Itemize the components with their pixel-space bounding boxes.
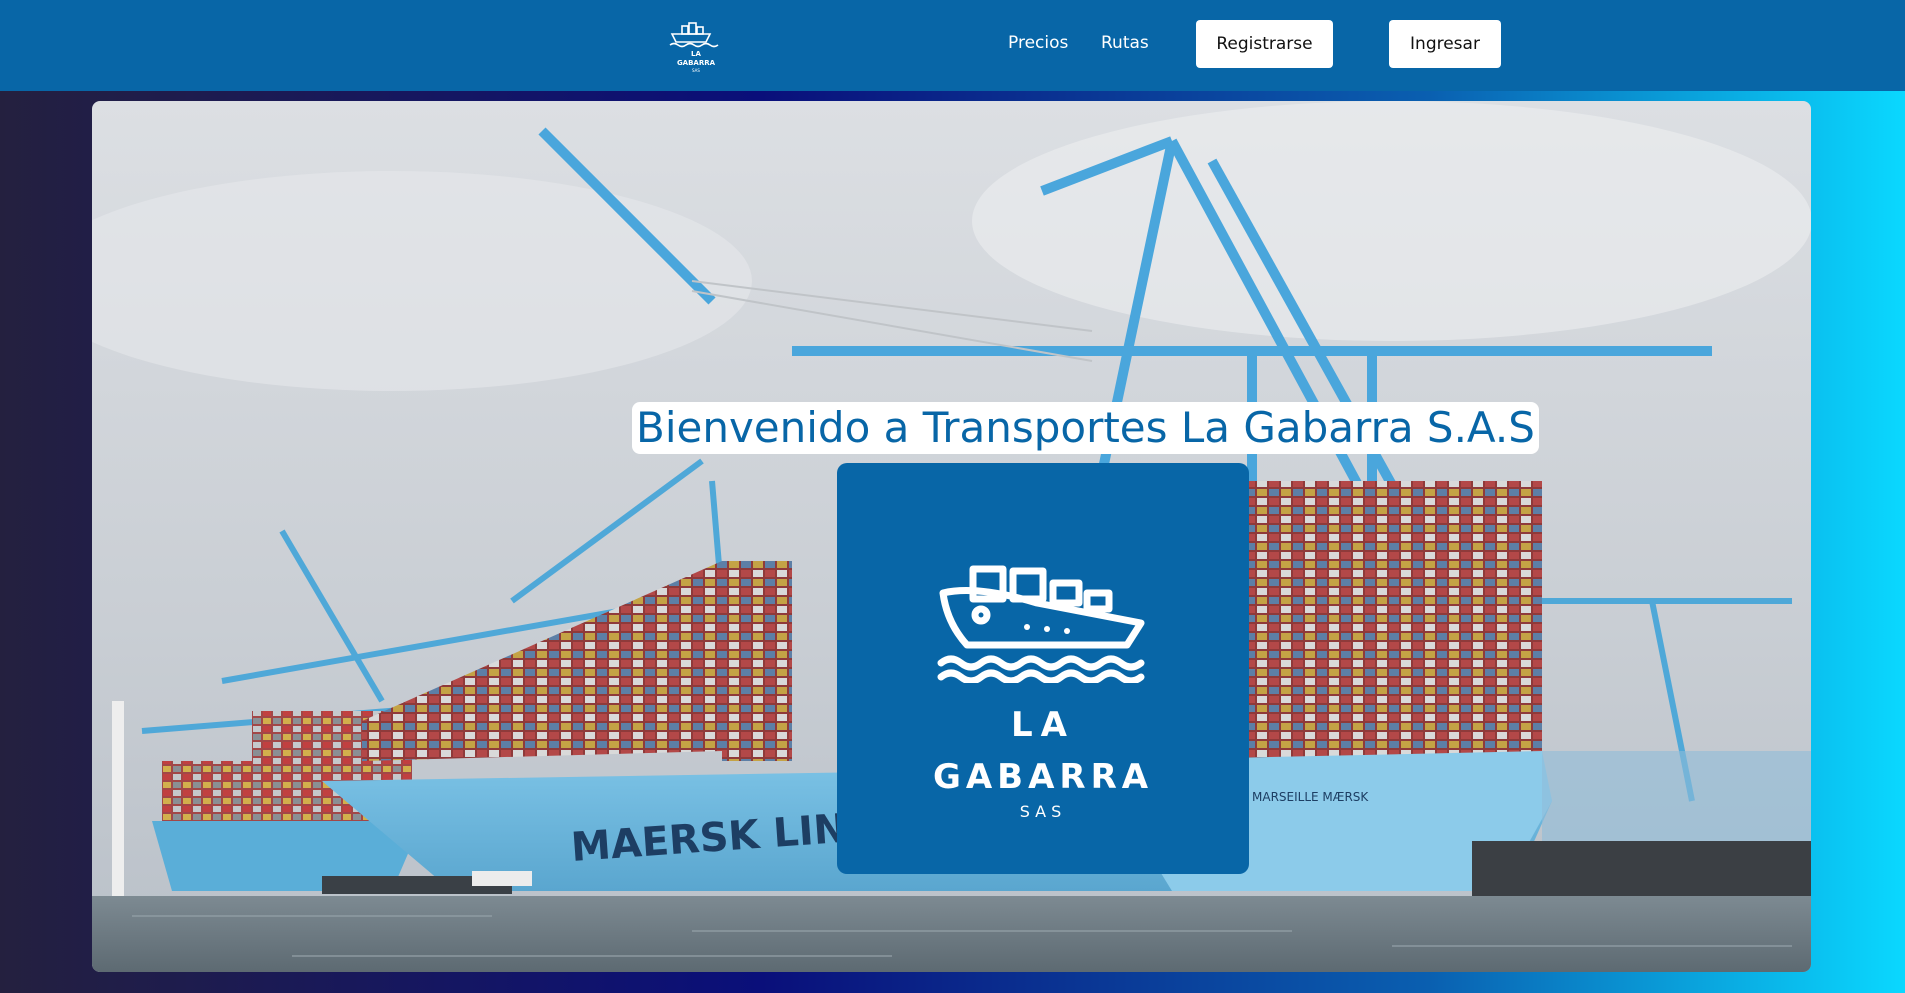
welcome-heading: Bienvenido a Transportes La Gabarra S.A.… bbox=[632, 402, 1539, 454]
register-button[interactable]: Registrarse bbox=[1196, 20, 1333, 68]
nav-link-precios[interactable]: Precios bbox=[1008, 33, 1068, 53]
top-navbar: LA GABARRA SAS Precios Rutas Registrarse… bbox=[0, 0, 1905, 91]
hero-logo-card: LA GABARRA SAS bbox=[837, 463, 1249, 874]
login-button[interactable]: Ingresar bbox=[1389, 20, 1501, 68]
logo-line1: LA bbox=[1011, 705, 1075, 745]
brand-line3: SAS bbox=[692, 68, 700, 73]
brand-logo[interactable]: LA GABARRA SAS bbox=[666, 20, 726, 74]
ship-icon: LA GABARRA SAS bbox=[669, 22, 719, 73]
logo-line2: GABARRA bbox=[932, 757, 1154, 797]
nav-link-rutas[interactable]: Rutas bbox=[1101, 33, 1149, 53]
hero-banner: MAERSK LINE MARSEILLE MÆRSK Bienvenido a… bbox=[92, 101, 1811, 972]
ship-icon bbox=[937, 565, 1145, 683]
hull-lettering-stern: MARSEILLE MÆRSK bbox=[1252, 790, 1369, 804]
brand-line1: LA bbox=[691, 50, 701, 58]
brand-line2: GABARRA bbox=[677, 59, 716, 67]
logo-line3: SAS bbox=[1019, 802, 1067, 821]
